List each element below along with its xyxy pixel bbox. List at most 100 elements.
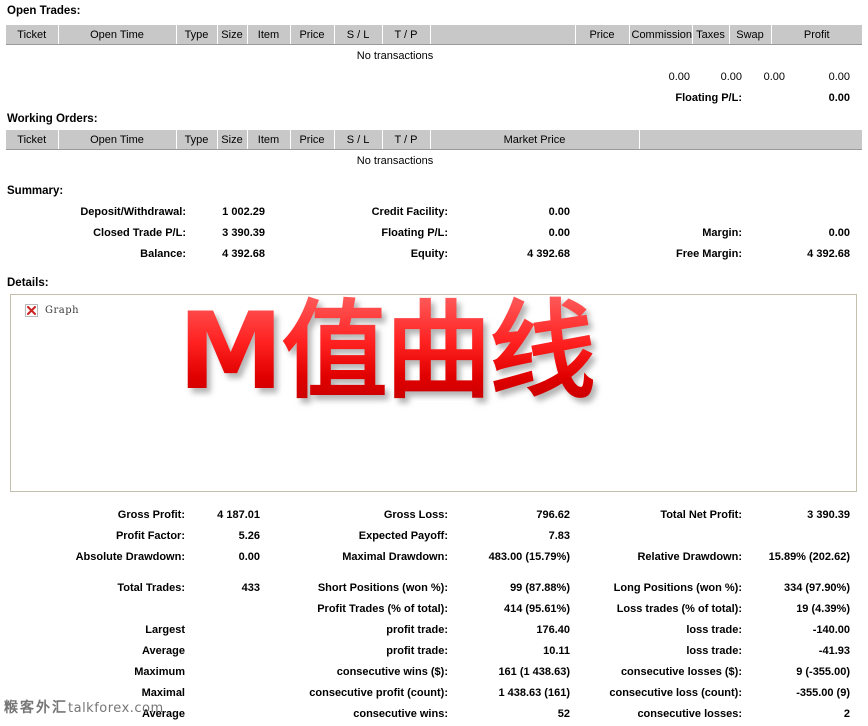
wo-col-type[interactable]: Type xyxy=(176,130,217,150)
stat-value-largest-profit-trade: 176.40 xyxy=(452,624,570,636)
summary-label-margin: Margin: xyxy=(600,227,742,239)
stat-label-maximal-consecutive-loss: consecutive loss (count): xyxy=(592,687,742,699)
col-ticket[interactable]: Ticket xyxy=(6,25,58,45)
stat-value-maximal-consecutive-loss: -355.00 (9) xyxy=(746,687,850,699)
open-trades-title: Open Trades: xyxy=(7,5,81,17)
summary-value-floating-pl: 0.00 xyxy=(458,227,570,239)
stat-label-max-consecutive-wins: consecutive wins ($): xyxy=(278,666,448,678)
stat-value-max-consecutive-losses: 9 (-355.00) xyxy=(746,666,850,678)
stat-value-maximal-consecutive-profit: 1 438.63 (161) xyxy=(452,687,570,699)
col-profit[interactable]: Profit xyxy=(771,25,862,45)
stat-label-max-consecutive-losses: consecutive losses ($): xyxy=(592,666,742,678)
summary-value-equity: 4 392.68 xyxy=(458,248,570,260)
stat-label-total-net-profit: Total Net Profit: xyxy=(592,509,742,521)
stat-value-relative-drawdown: 15.89% (202.62) xyxy=(746,551,850,563)
watermark-chinese: 糇客外汇 xyxy=(4,700,68,716)
stat-label-largest-profit-trade: profit trade: xyxy=(278,624,448,636)
stat-value-total-net-profit: 3 390.39 xyxy=(746,509,850,521)
stat-value-profit-factor: 5.26 xyxy=(190,530,260,542)
floating-pl-label: Floating P/L: xyxy=(590,92,742,104)
open-trades-table: Ticket Open Time Type Size Item Price S … xyxy=(6,25,862,45)
summary-label-floating-pl: Floating P/L: xyxy=(290,227,448,239)
open-trades-total-profit: 0.00 xyxy=(790,71,850,83)
summary-value-credit-facility: 0.00 xyxy=(458,206,570,218)
col-take-profit[interactable]: T / P xyxy=(382,25,430,45)
stat-value-maximal-drawdown: 483.00 (15.79%) xyxy=(452,551,570,563)
summary-label-free-margin: Free Margin: xyxy=(600,248,742,260)
wo-col-market-price[interactable]: Market Price xyxy=(430,130,639,150)
broken-image-label: Graph xyxy=(45,305,79,316)
summary-label-deposit-withdrawal: Deposit/Withdrawal: xyxy=(20,206,186,218)
col-price-open[interactable]: Price xyxy=(290,25,334,45)
open-trades-header-row: Ticket Open Time Type Size Item Price S … xyxy=(6,25,862,45)
wo-col-price[interactable]: Price xyxy=(290,130,334,150)
stat-label-average-profit-trade: profit trade: xyxy=(278,645,448,657)
stat-value-loss-trades: 19 (4.39%) xyxy=(746,603,850,615)
stat-label-relative-drawdown: Relative Drawdown: xyxy=(592,551,742,563)
summary-title: Summary: xyxy=(7,185,63,197)
col-item[interactable]: Item xyxy=(247,25,290,45)
broken-image-icon xyxy=(25,304,38,317)
wo-col-spacer xyxy=(639,130,862,150)
col-taxes[interactable]: Taxes xyxy=(692,25,729,45)
col-type[interactable]: Type xyxy=(176,25,217,45)
open-trades-total-swap: 0.00 xyxy=(740,71,785,83)
watermark-domain: talkforex.com xyxy=(68,701,164,716)
stat-value-profit-trades: 414 (95.61%) xyxy=(452,603,570,615)
stat-label-short-positions: Short Positions (won %): xyxy=(278,582,448,594)
stat-label-maximum: Maximum xyxy=(30,666,185,678)
open-trades-empty-text: No transactions xyxy=(330,50,460,62)
col-stop-loss[interactable]: S / L xyxy=(334,25,382,45)
stat-label-largest: Largest xyxy=(30,624,185,636)
col-size[interactable]: Size xyxy=(217,25,247,45)
stat-label-absolute-drawdown: Absolute Drawdown: xyxy=(30,551,185,563)
working-orders-header-row: Ticket Open Time Type Size Item Price S … xyxy=(6,130,862,150)
stat-label-largest-loss-trade: loss trade: xyxy=(592,624,742,636)
summary-label-credit-facility: Credit Facility: xyxy=(290,206,448,218)
summary-value-free-margin: 4 392.68 xyxy=(752,248,850,260)
wo-col-ticket[interactable]: Ticket xyxy=(6,130,58,150)
summary-value-margin: 0.00 xyxy=(752,227,850,239)
summary-label-equity: Equity: xyxy=(290,248,448,260)
stat-value-short-positions: 99 (87.88%) xyxy=(452,582,570,594)
stat-value-gross-profit: 4 187.01 xyxy=(190,509,260,521)
stat-label-profit-factor: Profit Factor: xyxy=(30,530,185,542)
wo-col-stop-loss[interactable]: S / L xyxy=(334,130,382,150)
stat-label-loss-trades: Loss trades (% of total): xyxy=(592,603,742,615)
summary-label-balance: Balance: xyxy=(20,248,186,260)
stat-value-max-consecutive-wins: 161 (1 438.63) xyxy=(452,666,570,678)
col-swap[interactable]: Swap xyxy=(729,25,771,45)
floating-pl-value: 0.00 xyxy=(790,92,850,104)
wo-col-size[interactable]: Size xyxy=(217,130,247,150)
stat-value-long-positions: 334 (97.90%) xyxy=(746,582,850,594)
wo-col-item[interactable]: Item xyxy=(247,130,290,150)
open-trades-total-commission: 0.00 xyxy=(640,71,690,83)
summary-label-closed-trade-pl: Closed Trade P/L: xyxy=(20,227,186,239)
col-price-close[interactable]: Price xyxy=(575,25,629,45)
wo-col-take-profit[interactable]: T / P xyxy=(382,130,430,150)
working-orders-title: Working Orders: xyxy=(7,113,98,125)
report-page: Open Trades: Ticket Open Time Type Size … xyxy=(0,0,868,726)
col-spacer xyxy=(430,25,575,45)
stat-label-maximal-drawdown: Maximal Drawdown: xyxy=(278,551,448,563)
site-watermark: 糇客外汇talkforex.com xyxy=(4,697,164,717)
stat-label-profit-trades: Profit Trades (% of total): xyxy=(278,603,448,615)
working-orders-empty-text: No transactions xyxy=(330,155,460,167)
stat-value-absolute-drawdown: 0.00 xyxy=(190,551,260,563)
summary-value-balance: 4 392.68 xyxy=(196,248,265,260)
stat-value-largest-loss-trade: -140.00 xyxy=(746,624,850,636)
open-trades-total-taxes: 0.00 xyxy=(692,71,742,83)
stat-label-average-consecutive-wins: consecutive wins: xyxy=(278,708,448,720)
graph-panel: Graph xyxy=(10,294,857,492)
col-commission[interactable]: Commission xyxy=(629,25,692,45)
stat-value-average-loss-trade: -41.93 xyxy=(746,645,850,657)
broken-image-placeholder[interactable]: Graph xyxy=(25,304,79,317)
wo-col-open-time[interactable]: Open Time xyxy=(58,130,176,150)
col-open-time[interactable]: Open Time xyxy=(58,25,176,45)
stat-label-average: Average xyxy=(30,645,185,657)
stat-value-total-trades: 433 xyxy=(190,582,260,594)
stat-value-expected-payoff: 7.83 xyxy=(452,530,570,542)
stat-label-total-trades: Total Trades: xyxy=(30,582,185,594)
stat-label-long-positions: Long Positions (won %): xyxy=(592,582,742,594)
stat-label-maximal-consecutive-profit: consecutive profit (count): xyxy=(278,687,448,699)
